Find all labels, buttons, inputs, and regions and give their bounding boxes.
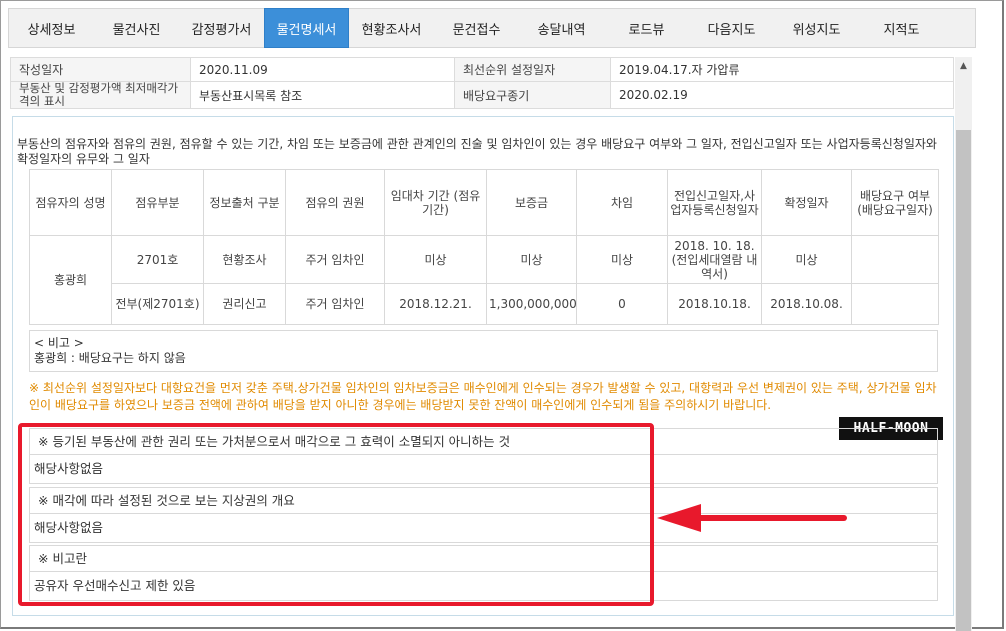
- tab-cadastral[interactable]: 지적도: [859, 9, 944, 47]
- tab-appraisal[interactable]: 감정평가서: [179, 9, 264, 47]
- arrow-left-icon: [657, 504, 847, 532]
- tab-survey[interactable]: 현황조사서: [349, 9, 434, 47]
- table-cell: 현황조사: [203, 235, 286, 284]
- header-lease-period: 임대차 기간 (점유기간): [384, 169, 487, 236]
- tab-bar: 상세정보 물건사진 감정평가서 물건명세서 현황조사서 문건접수 송달내역 로드…: [8, 8, 976, 48]
- created-label: 작성일자: [10, 57, 191, 82]
- occupancy-table: 점유자의 성명 점유부분 정보출처 구분 점유의 권원 임대차 기간 (점유기간…: [29, 169, 939, 325]
- tab-satellite[interactable]: 위성지도: [774, 9, 859, 47]
- tab-roadview[interactable]: 로드뷰: [604, 9, 689, 47]
- tab-specification[interactable]: 물건명세서: [264, 8, 349, 48]
- table-cell: [851, 283, 939, 325]
- occupancy-description: 부동산의 점유자와 점유의 권원, 점유할 수 있는 기간, 차임 또는 보증금…: [17, 137, 937, 166]
- table-cell: 2018.10.08.: [761, 283, 852, 325]
- table-cell: 주거 임차인: [285, 283, 385, 325]
- table-cell: 2018.10.18.: [667, 283, 762, 325]
- header-source: 정보출처 구분: [203, 169, 286, 236]
- vertical-scrollbar[interactable]: ▲: [955, 57, 972, 631]
- occupant-name: 홍광희: [29, 235, 112, 325]
- priority-label: 최선순위 설정일자: [454, 57, 611, 82]
- remarks-text: 홍광희 : 배당요구는 하지 않음: [34, 351, 186, 365]
- created-value: 2020.11.09: [190, 57, 455, 82]
- warning-text: ※ 최선순위 설정일자보다 대항요건을 먼저 갖춘 주택.상가건물 임차인의 임…: [29, 381, 937, 412]
- priority-value: 2019.04.17.자 가압류: [610, 57, 954, 82]
- deadline-value: 2020.02.19: [610, 81, 954, 109]
- min-price-label: 부동산 및 감정평가액 최저매각가격의 표시: [10, 81, 191, 109]
- tab-daum-map[interactable]: 다음지도: [689, 9, 774, 47]
- info-table: 작성일자 2020.11.09 최선순위 설정일자 2019.04.17.자 가…: [10, 57, 954, 109]
- table-cell: 미상: [486, 235, 577, 284]
- tab-delivery[interactable]: 송달내역: [519, 9, 604, 47]
- header-occupant: 점유자의 성명: [29, 169, 112, 236]
- min-price-value: 부동산표시목록 참조: [190, 81, 455, 109]
- header-deposit: 보증금: [486, 169, 577, 236]
- tab-documents[interactable]: 문건접수: [434, 9, 519, 47]
- table-cell: 미상: [576, 235, 668, 284]
- tab-detail[interactable]: 상세정보: [9, 9, 94, 47]
- table-cell: 미상: [384, 235, 487, 284]
- table-cell: 권리신고: [203, 283, 286, 325]
- table-cell: [851, 235, 939, 284]
- table-cell: 미상: [761, 235, 852, 284]
- scroll-up-icon[interactable]: ▲: [955, 57, 972, 74]
- tab-photos[interactable]: 물건사진: [94, 9, 179, 47]
- header-rent: 차임: [576, 169, 668, 236]
- scroll-thumb[interactable]: [956, 130, 971, 631]
- remarks-title: < 비고 >: [34, 336, 84, 350]
- table-row: 전부(제2701호) 권리신고 주거 임차인 2018.12.21. 1,300…: [30, 283, 939, 325]
- table-cell: 전부(제2701호): [111, 283, 204, 325]
- deadline-label: 배당요구종기: [454, 81, 611, 109]
- table-cell: 2701호: [111, 235, 204, 284]
- highlight-box: [18, 423, 654, 606]
- header-fixed-date: 확정일자: [761, 169, 852, 236]
- header-title: 점유의 권원: [285, 169, 385, 236]
- remarks-box: < 비고 > 홍광희 : 배당요구는 하지 않음: [29, 330, 938, 372]
- table-cell: 0: [576, 283, 668, 325]
- table-cell: 주거 임차인: [285, 235, 385, 284]
- table-cell: 2018.12.21.: [384, 283, 487, 325]
- header-move-in-date: 전입신고일자,사업자등록신청일자: [667, 169, 762, 236]
- table-cell: 2018. 10. 18. (전입세대열람 내역서): [667, 235, 762, 284]
- header-dividend: 배당요구 여부 (배당요구일자): [851, 169, 939, 236]
- header-part: 점유부분: [111, 169, 204, 236]
- table-row: 홍광희 2701호 현황조사 주거 임차인 미상 미상 미상 2018. 10.…: [29, 235, 939, 325]
- table-cell: 1,300,000,000: [486, 283, 577, 325]
